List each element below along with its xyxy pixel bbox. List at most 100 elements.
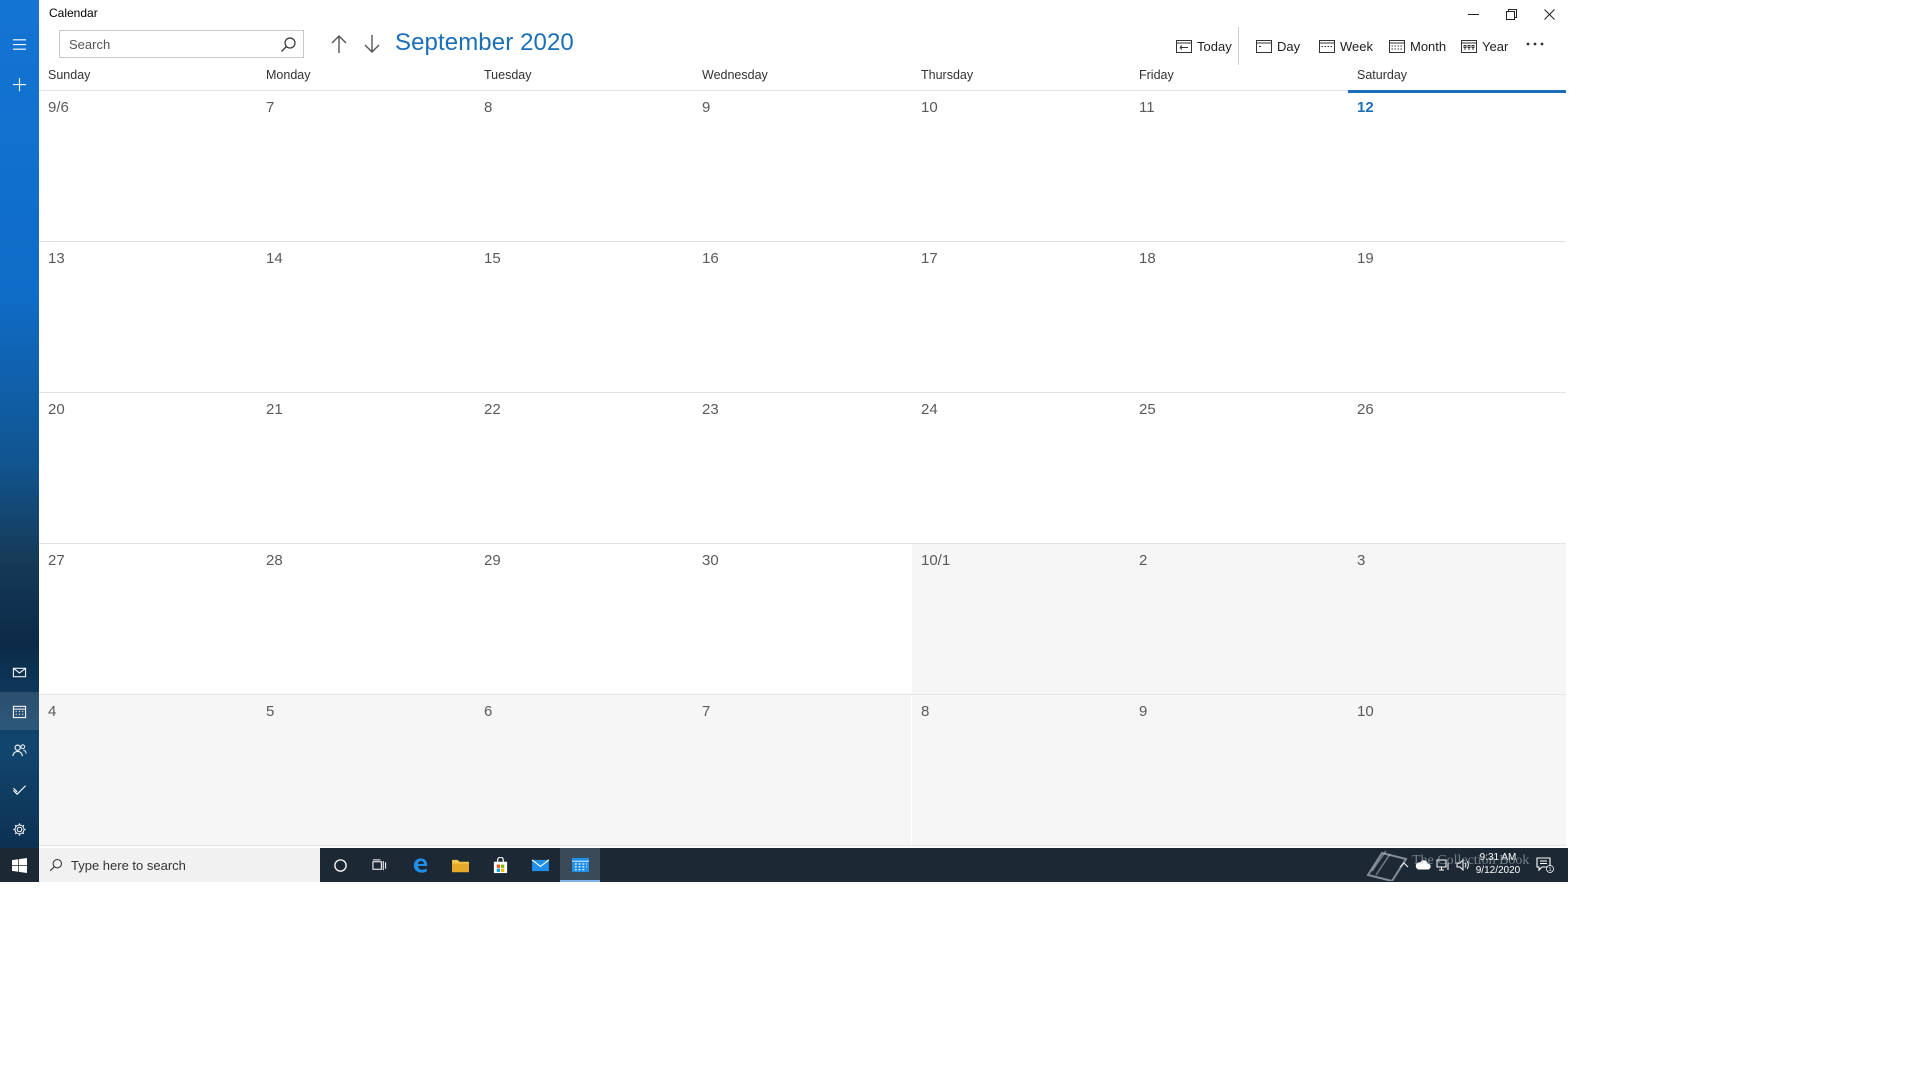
weekday-label-saturday: Saturday (1357, 68, 1408, 82)
day-number: 18 (1139, 250, 1156, 267)
day-number: 19 (1357, 250, 1374, 267)
day-number: 28 (266, 552, 283, 569)
day-cell[interactable]: 9 (1130, 695, 1348, 846)
day-cell[interactable]: 10 (912, 91, 1130, 242)
day-number: 24 (921, 401, 938, 418)
calendar-app-button[interactable] (0, 692, 39, 730)
search-input[interactable] (60, 31, 270, 57)
day-cell[interactable]: 20 (39, 393, 257, 544)
day-cell[interactable]: 17 (912, 242, 1130, 393)
day-cell[interactable]: 16 (693, 242, 911, 393)
day-cell[interactable]: 19 (1348, 242, 1566, 393)
day-cell[interactable]: 10/1 (912, 544, 1130, 695)
day-cell[interactable]: 23 (693, 393, 911, 544)
close-button[interactable] (1530, 0, 1568, 28)
calendar-taskbar-button[interactable] (560, 848, 600, 882)
day-cell[interactable]: 30 (693, 544, 911, 695)
cloud-icon (1415, 860, 1431, 870)
day-cell[interactable]: 9 (693, 91, 911, 242)
day-cell[interactable]: 6 (475, 695, 693, 846)
task-view-button[interactable] (359, 848, 399, 882)
restore-button[interactable] (1492, 0, 1530, 28)
week-row: 4 5 6 7 8 9 10 (39, 694, 1566, 846)
store-button[interactable] (480, 848, 520, 882)
day-number: 16 (702, 250, 719, 267)
next-month-button[interactable] (360, 32, 384, 56)
new-event-button[interactable] (0, 65, 39, 103)
day-cell[interactable]: 5 (257, 695, 475, 846)
day-number: 9 (1139, 703, 1148, 720)
day-cell[interactable]: 26 (1348, 393, 1566, 544)
minimize-button[interactable] (1454, 0, 1492, 28)
day-cell[interactable]: 27 (39, 544, 257, 695)
today-button[interactable]: Today (1176, 35, 1232, 57)
grid-bottom-border (39, 845, 1566, 846)
arrow-down-icon (364, 35, 380, 53)
day-cell[interactable]: 7 (257, 91, 475, 242)
day-cell[interactable]: 8 (912, 695, 1130, 846)
todo-app-button[interactable] (0, 770, 39, 808)
action-center-button[interactable]: 1 (1530, 848, 1560, 882)
mail-app-button[interactable] (0, 653, 39, 691)
people-icon (12, 743, 27, 756)
start-button[interactable] (0, 848, 39, 882)
day-cell[interactable]: 14 (257, 242, 475, 393)
day-cell[interactable]: 25 (1130, 393, 1348, 544)
previous-month-button[interactable] (327, 32, 351, 56)
clock-time: 9:31 AM (1479, 852, 1517, 863)
year-view-icon (1461, 40, 1477, 53)
day-cell[interactable]: 4 (39, 695, 257, 846)
people-app-button[interactable] (0, 731, 39, 769)
month-title[interactable]: September 2020 (395, 29, 574, 57)
day-cell[interactable]: 7 (693, 695, 911, 846)
windows-icon (12, 857, 27, 873)
arrow-up-icon (331, 35, 347, 53)
mail-taskbar-button[interactable] (520, 848, 560, 882)
day-cell[interactable]: 15 (475, 242, 693, 393)
more-options-button[interactable] (1522, 33, 1548, 55)
year-view-button[interactable]: Year (1461, 35, 1508, 57)
day-cell[interactable]: 18 (1130, 242, 1348, 393)
taskbar-search[interactable]: Type here to search (39, 848, 320, 882)
week-view-icon (1319, 40, 1335, 53)
onedrive-tray-button[interactable] (1413, 848, 1433, 882)
edge-button[interactable] (400, 848, 440, 882)
taskbar-clock[interactable]: 9:31 AM 9/12/2020 (1470, 851, 1526, 877)
weekday-header: Sunday Monday Tuesday Wednesday Thursday Frid… (39, 68, 1566, 90)
day-number: 8 (484, 99, 493, 116)
day-cell[interactable]: 10 (1348, 695, 1566, 846)
hamburger-menu-button[interactable] (0, 25, 39, 63)
day-cell[interactable]: 13 (39, 242, 257, 393)
file-explorer-button[interactable] (440, 848, 480, 882)
search-icon[interactable] (280, 36, 297, 53)
day-cell[interactable]: 22 (475, 393, 693, 544)
day-cell[interactable]: 2 (1130, 544, 1348, 695)
calendar-icon (12, 705, 27, 718)
day-cell[interactable]: 28 (257, 544, 475, 695)
month-view-button[interactable]: Month (1389, 35, 1446, 57)
day-cell[interactable]: 29 (475, 544, 693, 695)
more-icon (1526, 42, 1544, 46)
day-cell[interactable]: 8 (475, 91, 693, 242)
network-tray-button[interactable] (1433, 848, 1453, 882)
settings-button[interactable] (0, 810, 39, 848)
today-icon (1176, 40, 1192, 53)
show-hidden-icons-button[interactable] (1396, 848, 1412, 882)
day-view-button[interactable]: Day (1256, 35, 1300, 57)
gear-icon (13, 822, 26, 836)
week-view-button[interactable]: Week (1319, 35, 1373, 57)
day-cell[interactable]: 21 (257, 393, 475, 544)
day-cell-today[interactable]: 12 (1348, 90, 1566, 241)
day-number: 14 (266, 250, 283, 267)
day-number: 4 (48, 703, 57, 720)
weekday-label-tuesday: Tuesday (484, 68, 532, 82)
day-cell[interactable]: 3 (1348, 544, 1566, 695)
hamburger-icon (12, 38, 27, 50)
day-cell[interactable]: 9/6 (39, 91, 257, 242)
search-icon (49, 858, 63, 872)
day-number: 20 (48, 401, 65, 418)
cortana-button[interactable] (320, 848, 360, 882)
day-cell[interactable]: 24 (912, 393, 1130, 544)
day-number: 25 (1139, 401, 1156, 418)
day-cell[interactable]: 11 (1130, 91, 1348, 242)
